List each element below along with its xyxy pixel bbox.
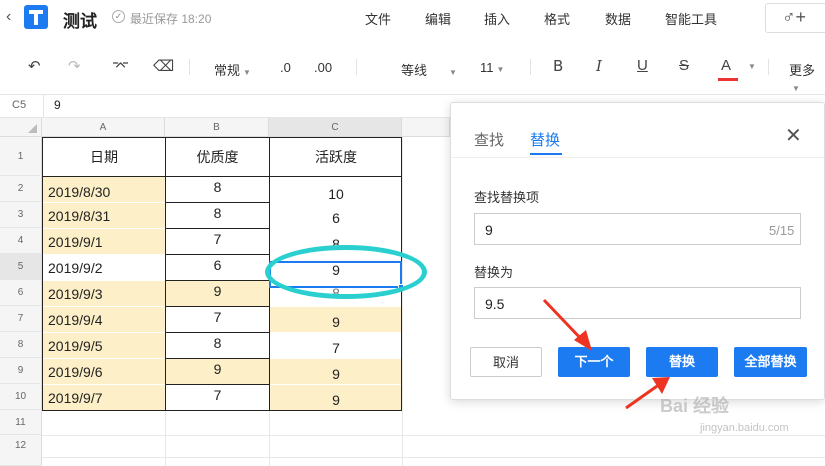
row-header[interactable]: 11 (0, 410, 42, 435)
active-tab-indicator (530, 153, 562, 155)
decrease-decimal-button[interactable]: .0 (280, 60, 291, 75)
tab-replace[interactable]: 替换 (530, 129, 560, 150)
add-collaborator-button[interactable]: ♂+ (765, 3, 825, 33)
menu-data[interactable]: 数据 (605, 9, 631, 28)
table-border (165, 202, 269, 203)
row-header[interactable]: 9 (0, 358, 42, 384)
font-size-select[interactable]: 11 ▼ (480, 60, 504, 75)
table-border (165, 332, 269, 333)
grid-line (402, 137, 403, 466)
replace-input[interactable]: 9.5 (474, 287, 801, 319)
save-status-icon: ✓ (112, 10, 125, 23)
tab-find[interactable]: 查找 (474, 129, 504, 150)
table-border (165, 358, 269, 359)
watermark-url: jingyan.baidu.com (700, 422, 789, 434)
table-border (165, 137, 166, 411)
row-header[interactable]: 5 (0, 254, 42, 280)
menu-insert[interactable]: 插入 (484, 9, 510, 28)
column-header-a[interactable]: A (42, 118, 165, 137)
font-size-label: 11 (480, 60, 494, 75)
table-border (42, 176, 402, 177)
dialog-divider (451, 157, 824, 158)
font-color-bar (718, 78, 738, 81)
formula-input[interactable]: 9 (54, 98, 61, 112)
table-border (165, 384, 269, 385)
more-label: 更多 (789, 63, 816, 78)
number-format-select[interactable]: 常规 ▼ (214, 60, 251, 79)
font-family-label: 等线 (401, 63, 428, 78)
menu-edit[interactable]: 编辑 (425, 9, 451, 28)
formula-bar-divider (43, 95, 44, 117)
select-all-corner[interactable] (0, 118, 42, 137)
back-arrow-icon[interactable]: ‹ (6, 8, 11, 26)
strikethrough-icon[interactable]: S (679, 57, 689, 74)
add-user-icon: ♂+ (782, 7, 807, 27)
spreadsheet-app: ‹ 测试 ✓ 最近保存 18:20 文件 编辑 插入 格式 数据 智能工具 ♂+… (0, 0, 825, 466)
table-border (165, 280, 269, 281)
more-button[interactable]: 更多 ▼ (789, 60, 825, 94)
chevron-down-icon: ▼ (449, 68, 457, 77)
replace-all-button[interactable]: 全部替换 (734, 347, 807, 377)
number-format-label: 常规 (214, 63, 241, 78)
row-header[interactable]: 12 (0, 435, 42, 466)
column-header-d[interactable] (402, 118, 450, 137)
font-color-icon[interactable]: A (721, 57, 731, 74)
table-border (165, 228, 269, 229)
document-title[interactable]: 测试 (63, 7, 97, 32)
find-label: 查找替换项 (474, 190, 540, 205)
match-count: 5/15 (769, 223, 795, 238)
table-border (165, 306, 269, 307)
row-header[interactable]: 7 (0, 306, 42, 332)
menu-format[interactable]: 格式 (544, 9, 570, 28)
chevron-down-icon: ▼ (243, 68, 251, 77)
annotation-ellipse (265, 245, 427, 299)
close-icon[interactable]: ✕ (785, 123, 802, 148)
toolbar-divider (768, 59, 769, 75)
menu-file[interactable]: 文件 (365, 9, 391, 28)
cancel-button[interactable]: 取消 (470, 347, 542, 377)
app-logo-icon[interactable] (24, 5, 48, 29)
toolbar-divider (530, 59, 531, 75)
clear-format-icon[interactable]: ⌫ (153, 57, 174, 75)
redo-icon[interactable]: ↷ (68, 57, 81, 75)
row-header[interactable]: 1 (0, 137, 42, 176)
replace-label: 替换为 (474, 265, 514, 280)
undo-icon[interactable]: ↶ (28, 57, 41, 75)
row-header[interactable]: 8 (0, 332, 42, 358)
top-bar: ‹ 测试 ✓ 最近保存 18:20 文件 编辑 插入 格式 数据 智能工具 ♂+ (0, 0, 825, 36)
row-header[interactable]: 4 (0, 228, 42, 254)
row-header[interactable]: 3 (0, 202, 42, 228)
font-family-select[interactable]: 等线 ▼ (401, 60, 457, 79)
grid-line (42, 435, 825, 436)
column-header-b[interactable]: B (165, 118, 269, 137)
save-status: 最近保存 18:20 (130, 12, 212, 26)
menu-smart-tools[interactable]: 智能工具 (665, 9, 717, 28)
table-border (165, 254, 269, 255)
row-header[interactable]: 10 (0, 384, 42, 410)
chevron-down-icon: ▼ (792, 84, 800, 93)
annotation-arrow-icon (542, 298, 592, 351)
bold-icon[interactable]: B (553, 57, 563, 75)
find-input[interactable]: 9 (474, 213, 801, 245)
chevron-down-icon[interactable]: ▼ (748, 62, 756, 71)
watermark: Bai 经验 (660, 396, 730, 416)
toolbar-divider (356, 59, 357, 75)
row-header[interactable]: 2 (0, 176, 42, 202)
row-header[interactable]: 6 (0, 280, 42, 306)
increase-decimal-button[interactable]: .00 (314, 60, 332, 75)
italic-icon[interactable]: I (596, 57, 602, 75)
underline-icon[interactable]: U (637, 57, 648, 74)
format-painter-icon[interactable]: ⌤ (112, 57, 129, 75)
cell-reference[interactable]: C5 (12, 99, 26, 111)
toolbar-divider (189, 59, 190, 75)
toolbar: ↶ ↷ ⌤ ⌫ 常规 ▼ .0 .00 等线 ▼ 11 ▼ B I U S A ▼ 更… (0, 48, 825, 93)
chevron-down-icon: ▼ (496, 65, 505, 74)
find-replace-dialog: 查找 替换 ✕ 查找替换项 9 5/15 替换为 9.5 取消 下一个 替换 全… (450, 102, 825, 400)
column-header-c[interactable]: C (269, 118, 402, 137)
grid-line (42, 457, 825, 458)
